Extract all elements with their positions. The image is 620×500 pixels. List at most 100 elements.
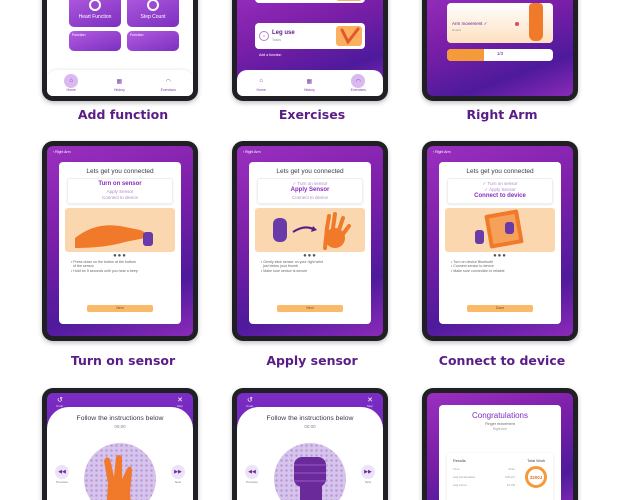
next-button[interactable]: Next [87, 305, 153, 312]
tablet-exercises: ▭ Leg use Tasks Add a function ⌂ Home ▦ Hi… [232, 0, 388, 101]
total-work-ring: 3200J [525, 466, 547, 488]
tile-label: Step Count [140, 14, 166, 20]
tile-label: Heart Function [78, 14, 112, 20]
caption-connect-device: Connect to device [438, 353, 566, 368]
bottom-nav: ⌂ Home ▦ History ◠ Exercises [237, 70, 383, 96]
back-link[interactable]: ‹ Right Arm [433, 150, 451, 154]
caption-exercises: Exercises [278, 107, 346, 122]
exercise-illustration [336, 0, 362, 1]
back-label: Right Arm [245, 150, 261, 154]
instruction-item: • Hold for 5 seconds until you hear a be… [71, 268, 138, 273]
nav-exercises[interactable]: ◠ Exercises [160, 74, 176, 93]
nav-label: Home [256, 88, 266, 92]
connection-title: Lets get you connected [86, 168, 154, 175]
congrats-sub: Finger movement [485, 422, 515, 426]
total-work-value: 3200J [529, 474, 543, 480]
instruction-list: • Press down on the button at the bottom… [71, 260, 169, 273]
next-button[interactable]: ▶▶ [171, 465, 185, 479]
step-connect: Connect to device [474, 193, 526, 200]
result-row: Avg Force 10.0N [453, 483, 515, 487]
arm-movement-card[interactable]: Arm movement ✓ Details [447, 3, 553, 43]
next-label: Next [364, 480, 372, 484]
next-label: Next [174, 480, 182, 484]
result-row: Avg Acceleration 0.8m/s² [453, 475, 515, 479]
pager-dots: ●●● [303, 252, 317, 259]
function-tile-steps[interactable]: Step Count [127, 0, 179, 27]
tablet-connect-device: ‹ Right Arm Lets get you connected ✓ Tur… [422, 141, 578, 341]
nav-history[interactable]: ▦ History [112, 74, 126, 93]
tablet-turn-on-sensor: ‹ Right Arm Lets get you connected Turn … [42, 141, 198, 341]
instruction-title: Follow the instructions below [76, 415, 164, 422]
back-label: Right Arm [435, 150, 451, 154]
congrats-card: Congratulations Finger movement Right Ar… [439, 405, 561, 500]
hand-apply-illustration [255, 207, 365, 252]
nav-label: Home [66, 88, 76, 92]
tablet-right-arm: Arm movement ✓ Details 1/3 [422, 0, 578, 101]
next-button[interactable]: ▶▶ [361, 465, 375, 479]
exercise-card-leg-use[interactable]: ▭ Leg use Tasks [255, 23, 365, 49]
function-tile-heart[interactable]: Heart Function [69, 0, 121, 27]
timer: 00:00 [304, 424, 316, 429]
instruction-title: Follow the instructions below [266, 415, 354, 422]
instruction-item: • Make sure sensor is secure [261, 268, 308, 273]
gesture-circle [84, 443, 156, 500]
toggle-ring-icon [89, 0, 101, 11]
home-icon: ⌂ [64, 74, 79, 88]
close-icon[interactable]: ✕ [367, 396, 373, 404]
previous-button[interactable]: ◀◀ [55, 465, 69, 479]
pager-dots: ●●● [113, 252, 127, 259]
tablet-instruction-2: ↺ Undo ✕ Stop Follow the instructions be… [232, 388, 388, 500]
connect-screen: ‹ Right Arm Lets get you connected ✓ Tur… [427, 146, 573, 336]
calendar-icon: ▦ [116, 78, 123, 85]
connection-title: Lets get you connected [276, 168, 344, 175]
connection-card: Lets get you connected ✓ Turn on sensor … [439, 162, 561, 324]
nav-history[interactable]: ▦ History [302, 74, 316, 93]
results-card: Results Total Work Time 3min Avg Accelera… [447, 453, 553, 500]
slider-dot-icon [515, 22, 519, 26]
connection-title: Lets get you connected [466, 168, 534, 175]
nav-exercises[interactable]: ◠ Exercises [351, 74, 366, 92]
gesture-circle [274, 443, 346, 500]
movement-label: Arm movement ✓ [452, 21, 488, 26]
progress-card: 1/3 [447, 49, 553, 61]
movement-sub: Details [452, 28, 462, 32]
tile-label: Function [72, 33, 86, 37]
steps-box: ✓ Turn on sensor Apply Sensor Connect to… [257, 178, 363, 204]
next-button[interactable]: Next [277, 305, 343, 312]
previous-label: Previous [56, 480, 68, 484]
undo-icon[interactable]: ↺ [247, 396, 253, 404]
steps-box: Turn on sensor Apply Sensor Connect to d… [67, 178, 173, 204]
nav-label: History [303, 88, 315, 92]
congrats-arm: Right Arm [493, 427, 507, 431]
undo-icon[interactable]: ↺ [57, 396, 63, 404]
hand-press-illustration [65, 207, 175, 252]
steps-box: ✓ Turn on sensor ✓ Apply Sensor Connect … [447, 178, 553, 204]
nav-home[interactable]: ⌂ Home [64, 74, 79, 92]
instruction-item: • Make sure connection is reliable [451, 268, 505, 273]
nav-label: Exercises [160, 88, 176, 92]
leg-illustration [336, 26, 362, 46]
calendar-icon: ▦ [306, 78, 313, 85]
back-link[interactable]: ‹ Right Arm [243, 150, 261, 154]
instruction-panel: Follow the instructions below 00:00 ◀◀ P… [47, 407, 193, 500]
tablet-congratulations: Congratulations Finger movement Right Ar… [422, 388, 578, 500]
done-button[interactable]: Done [467, 305, 533, 312]
nav-home[interactable]: ⌂ Home [254, 74, 268, 92]
caption-add-function: Add function [77, 107, 169, 122]
congrats-title: Congratulations [471, 411, 529, 420]
tablet-add-function: Heart Function Step Count Function Funct… [42, 0, 198, 101]
instruction-screen-1: ↺ Undo ✕ Stop Follow the instructions be… [47, 393, 193, 500]
connection-card: Lets get you connected Turn on sensor Ap… [59, 162, 181, 324]
pager-dots: ●●● [493, 252, 507, 259]
back-link[interactable]: ‹ Right Arm [53, 150, 71, 154]
close-icon[interactable]: ✕ [177, 396, 183, 404]
function-tile-3[interactable]: Function [69, 31, 121, 51]
previous-button[interactable]: ◀◀ [245, 465, 259, 479]
exercise-subtitle: Tasks [272, 38, 281, 42]
exercise-card-top[interactable] [255, 0, 365, 3]
tablet-instruction-1: ↺ Undo ✕ Stop Follow the instructions be… [42, 388, 198, 500]
timer: 00:00 [114, 424, 126, 429]
leg-icon: ▭ [259, 31, 269, 41]
function-tile-4[interactable]: Function [127, 31, 179, 51]
add-function-link[interactable]: Add a function [259, 53, 281, 57]
